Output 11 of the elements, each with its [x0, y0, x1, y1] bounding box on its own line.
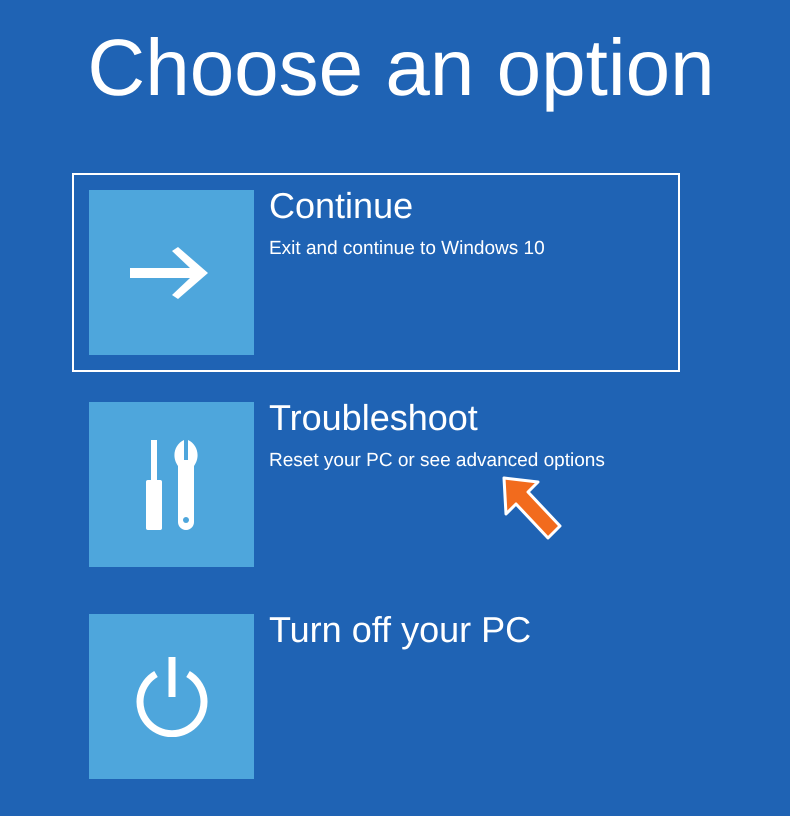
option-item[interactable]: Turn off your PC: [72, 597, 680, 796]
option-title: Continue: [269, 186, 414, 226]
option-description: Reset your PC or see advanced options: [269, 450, 605, 472]
power-icon: [134, 656, 210, 736]
page-title: Choose an option: [86, 22, 716, 114]
option-title: Turn off your PC: [269, 610, 532, 650]
option-item[interactable]: Troubleshoot Reset your PC or see advanced options: [72, 385, 680, 584]
option-item[interactable]: Continue Exit and continue to Windows 10: [72, 173, 680, 372]
option-title: Troubleshoot: [269, 398, 478, 438]
tools-icon: [144, 440, 198, 530]
option-description: Exit and continue to Windows 10: [269, 238, 545, 260]
